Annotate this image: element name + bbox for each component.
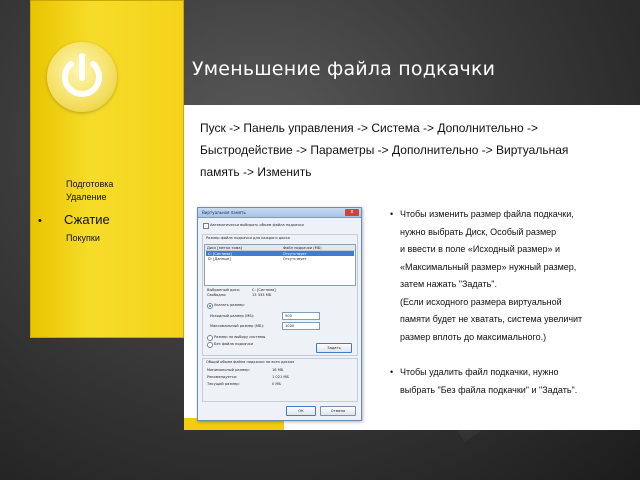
- virtual-memory-dialog: Виртуальная память x Автоматически выбир…: [197, 207, 362, 421]
- custom-size-label: Указать размер:: [214, 303, 245, 307]
- system-size-label: Размер по выбору системы: [214, 335, 266, 339]
- menu-path-line: память -> Изменить: [200, 165, 312, 179]
- bullet-line: (Если исходного размера виртуальной: [400, 296, 562, 307]
- total-group: [202, 358, 358, 402]
- no-file-radio[interactable]: [207, 342, 213, 348]
- min-value: 16 МБ: [272, 368, 284, 372]
- row-size: Отсутствует: [283, 251, 307, 256]
- max-size-value: 1000: [285, 324, 295, 328]
- slide-title: Уменьшение файла подкачки: [192, 58, 496, 80]
- free-label: Свободно:: [207, 293, 227, 297]
- row-disk: C: [Система]: [208, 251, 232, 256]
- min-label: Минимальный размер:: [207, 368, 250, 372]
- recommended-value: 1 021 МБ: [272, 375, 289, 379]
- recommended-label: Рекомендуется:: [207, 375, 238, 379]
- custom-size-radio[interactable]: [207, 303, 213, 309]
- sidebar-item[interactable]: Подготовка: [66, 178, 113, 191]
- power-icon: [47, 42, 117, 112]
- bullet-item: Чтобы удалить файл подкачки, нужно выбра…: [390, 364, 630, 399]
- bullet-line: размер вплоть до максимального.): [400, 331, 547, 342]
- row-disk[interactable]: D: [Данные]: [208, 257, 231, 261]
- bullet-line: и ввести в поле «Исходный размер» и: [400, 244, 561, 254]
- sidebar-item[interactable]: Покупки: [66, 233, 100, 243]
- column-disk: Диск [метка тома]: [207, 245, 242, 250]
- dialog-title: Виртуальная память: [202, 210, 246, 215]
- bullet-icon: •: [38, 215, 42, 227]
- bullet-item: Чтобы изменить размер файла подкачки, ну…: [390, 206, 630, 346]
- sidebar-list: Подготовка Удаление: [66, 178, 113, 204]
- close-icon[interactable]: x: [345, 209, 359, 216]
- bullet-line: затем нажать "Задать".: [400, 279, 497, 289]
- menu-path: Пуск -> Панель управления -> Система -> …: [200, 117, 620, 183]
- selected-disk-label: Выбранный диск:: [207, 288, 241, 292]
- group-label: Размер файла подкачки для каждого диска: [206, 236, 290, 240]
- bullet-line: нужно выбрать Диск, Особый размер: [400, 226, 557, 237]
- total-label: Общий объем файла подкачки на всех диска…: [206, 360, 295, 364]
- selected-disk-value: C: [Система]: [252, 288, 276, 292]
- auto-size-label: Автоматически выбирать объем файла подка…: [210, 223, 304, 227]
- ok-button[interactable]: ОК: [286, 406, 316, 416]
- bullet-line: «Максимальный размер» нужный размер,: [400, 261, 577, 272]
- initial-size-label: Исходный размер (МБ):: [210, 314, 255, 318]
- auto-size-checkbox[interactable]: [203, 223, 209, 229]
- system-size-radio[interactable]: [207, 335, 213, 341]
- bullet-line: выбрать "Без файла подкачки" и "Задать".: [400, 384, 578, 395]
- sidebar-item-current[interactable]: Сжатие: [64, 212, 110, 227]
- dialog-titlebar: Виртуальная память x: [198, 208, 361, 218]
- no-file-label: Без файла подкачки: [214, 342, 254, 346]
- bullet-line: памяти будет не хватать, система увеличи…: [400, 314, 583, 324]
- cancel-button[interactable]: Отмена: [320, 406, 356, 416]
- max-size-label: Максимальный размер (МБ):: [210, 324, 265, 328]
- free-value: 13 333 МБ: [252, 293, 272, 297]
- row-size: Отсутствует: [283, 257, 307, 261]
- set-button[interactable]: Задать: [316, 343, 352, 353]
- bullet-line: Чтобы изменить размер файла подкачки,: [400, 209, 574, 219]
- bullet-line: Чтобы удалить файл подкачки, нужно: [400, 367, 559, 377]
- menu-path-line: Быстродействие -> Параметры -> Дополните…: [200, 143, 569, 157]
- menu-path-line: Пуск -> Панель управления -> Система -> …: [200, 121, 539, 135]
- slide: Уменьшение файла подкачки Пуск -> Панель…: [0, 0, 640, 480]
- initial-size-value: 500: [285, 314, 292, 318]
- current-value: 0 МБ: [272, 382, 281, 386]
- sidebar-item[interactable]: Удаление: [66, 191, 113, 204]
- current-label: Текущий размер:: [207, 382, 240, 386]
- disk-list[interactable]: Диск [метка тома] Файл подкачки (МБ) C: …: [204, 244, 356, 286]
- column-size: Файл подкачки (МБ): [283, 245, 322, 250]
- instruction-bullets: Чтобы изменить размер файла подкачки, ну…: [390, 206, 630, 399]
